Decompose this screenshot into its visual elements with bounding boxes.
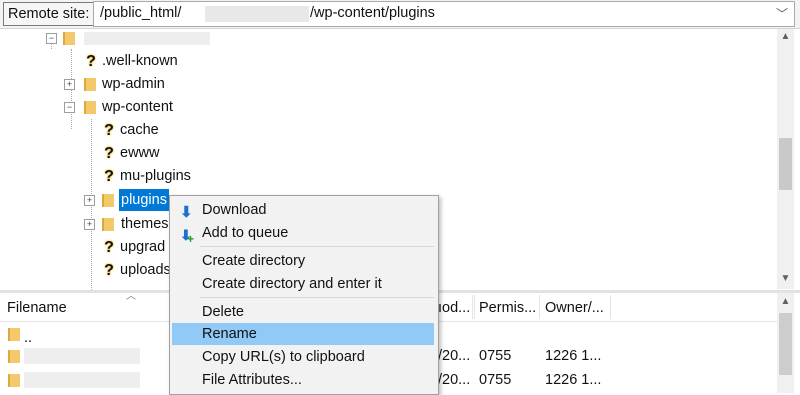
menu-item-create-directory[interactable]: Create directory [172,250,434,272]
remote-path-prefix: /public_html/ [100,5,182,21]
sort-ascending-icon: ︿ [126,291,136,302]
unknown-folder-icon: ? [104,239,114,256]
folder-icon [8,328,20,341]
menu-item-download[interactable]: ⬇ Download [172,199,434,221]
scroll-down-icon[interactable]: ▼ [777,273,794,284]
redacted-filename [24,348,140,364]
tree-item[interactable]: − wp-content [64,96,264,118]
folder-icon [84,78,96,91]
unknown-folder-icon: ? [104,145,114,162]
redacted-root-name [84,32,210,45]
unknown-folder-icon: ? [104,168,114,185]
folder-icon [63,32,75,45]
context-menu: ⬇ Download ⬇ + Add to queue Create direc… [169,195,439,395]
column-filename[interactable]: Filename [7,300,67,316]
unknown-folder-icon: ? [104,262,114,279]
column-owner-group[interactable]: Owner/... [545,300,604,316]
unknown-folder-icon: ? [104,122,114,139]
tree-item-root[interactable]: − [46,27,246,49]
tree-item[interactable]: + wp-admin [64,73,264,95]
folder-icon [102,194,114,207]
expand-toggle[interactable]: + [64,79,75,90]
menu-item-create-directory-enter[interactable]: Create directory and enter it [172,273,434,295]
menu-item-file-attributes[interactable]: File Attributes... [172,369,434,391]
download-arrow-icon: ⬇ [180,204,193,221]
folder-icon [8,374,20,387]
tree-scrollbar-thumb[interactable] [779,138,792,190]
chevron-down-icon[interactable]: ﹀ [776,5,788,22]
remote-site-bar: Remote site: /public_html/ /wp-content/p… [0,0,800,29]
tree-item[interactable]: ? cache [102,119,302,141]
menu-item-add-to-queue[interactable]: ⬇ + Add to queue [172,222,434,246]
remote-path-suffix: /wp-content/plugins [310,5,435,21]
folder-icon [102,218,114,231]
folder-icon [8,350,20,363]
collapse-toggle[interactable]: − [64,102,75,113]
redacted-domain [205,6,309,22]
menu-item-delete[interactable]: Delete [172,301,434,323]
menu-separator [200,297,434,298]
scroll-up-icon[interactable]: ▲ [777,31,794,42]
tree-item[interactable]: ? mu-plugins [102,165,302,187]
column-last-modified[interactable]: ıod... [438,300,470,316]
column-permissions[interactable]: Permis... [479,300,536,316]
file-list-scrollbar-thumb[interactable] [779,313,792,375]
menu-item-copy-urls[interactable]: Copy URL(s) to clipboard [172,346,434,368]
tree-item[interactable]: ? .well-known [84,50,284,72]
remote-site-path-combobox[interactable]: /public_html/ /wp-content/plugins ﹀ [93,1,795,27]
redacted-filename [24,372,140,388]
expand-toggle[interactable]: + [84,195,95,206]
plus-icon: + [187,232,195,246]
remote-site-label: Remote site: [3,2,95,26]
menu-item-rename[interactable]: Rename [172,323,434,345]
tree-item[interactable]: ? ewww [102,142,302,164]
collapse-toggle[interactable]: − [46,33,57,44]
folder-icon [84,101,96,114]
scroll-up-icon[interactable]: ▲ [777,296,794,307]
unknown-folder-icon: ? [86,53,96,70]
expand-toggle[interactable]: + [84,219,95,230]
menu-separator [200,246,434,247]
